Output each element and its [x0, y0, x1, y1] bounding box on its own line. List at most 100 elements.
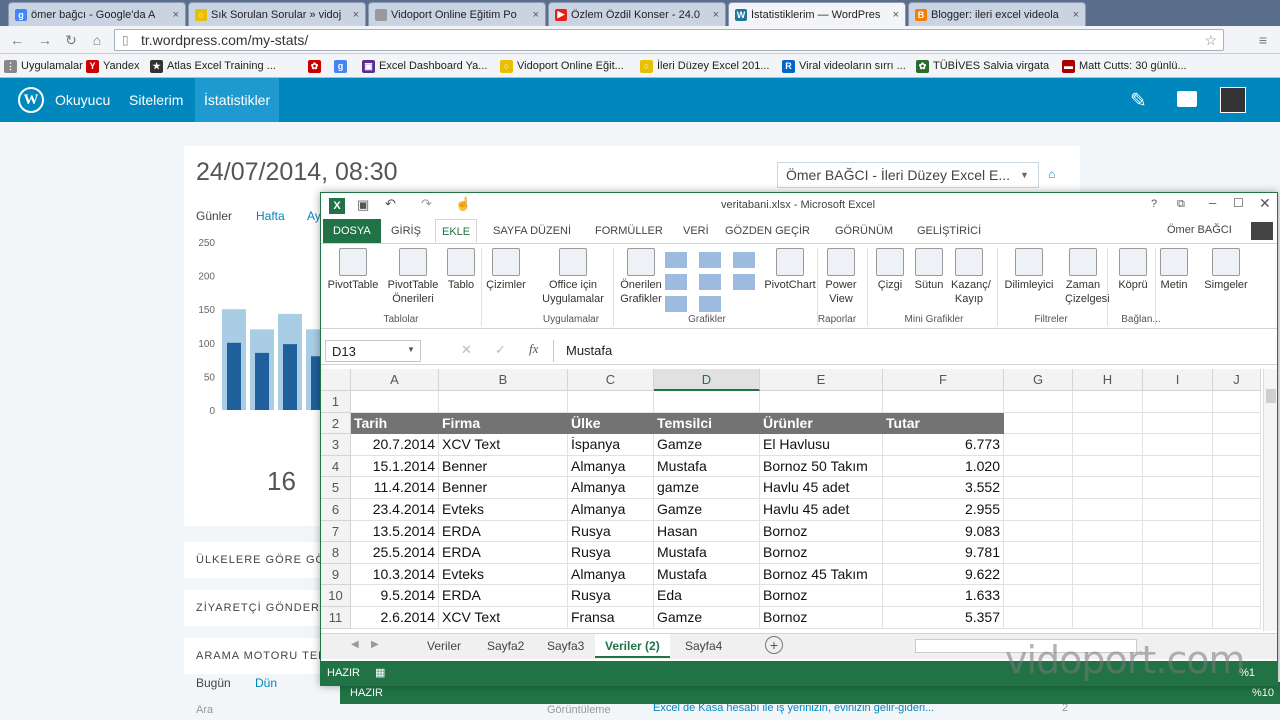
column-header[interactable]: E	[760, 369, 883, 391]
avatar[interactable]	[1220, 87, 1246, 113]
cell[interactable]: 23.4.2014	[351, 499, 439, 521]
bookmark-item[interactable]: ○ İleri Düzey Excel 201...	[640, 58, 770, 74]
help-icon[interactable]: ?	[1151, 198, 1157, 210]
column-header[interactable]: I	[1143, 369, 1213, 391]
nav-stats[interactable]: İstatistikler	[195, 78, 280, 122]
cell[interactable]: Evteks	[439, 563, 568, 586]
forward-icon[interactable]: →	[36, 31, 54, 49]
cell[interactable]	[1073, 563, 1143, 586]
cell[interactable]: 13.5.2014	[351, 520, 439, 543]
cell[interactable]	[1073, 585, 1143, 607]
cell[interactable]: Gamze	[654, 434, 760, 456]
cell[interactable]: Mustafa	[654, 563, 760, 586]
home-icon[interactable]: ⌂	[88, 31, 106, 49]
ribbon-button[interactable]: Tablo	[443, 248, 479, 292]
row-header[interactable]: 11	[321, 607, 351, 629]
cell[interactable]: 15.1.2014	[351, 455, 439, 478]
touch-mode-icon[interactable]: ☝	[455, 196, 471, 212]
ribbon-button[interactable]: Sütun	[913, 248, 945, 292]
row-header[interactable]: 8	[321, 542, 351, 564]
enter-icon[interactable]: ✓	[495, 342, 506, 358]
stats-section-header[interactable]: ZİYARETÇİ GÖNDEREN	[184, 590, 324, 626]
row-header[interactable]: 7	[321, 520, 351, 543]
cell[interactable]	[1004, 434, 1073, 456]
ribbon-button[interactable]: PivotTable	[327, 248, 379, 292]
tab-close-icon[interactable]: ×	[1073, 9, 1079, 21]
cell[interactable]: 2.955	[883, 499, 1004, 521]
row-header[interactable]: 6	[321, 499, 351, 521]
cell[interactable]	[1213, 542, 1261, 564]
cell[interactable]: Bornoz	[760, 520, 883, 543]
ribbon-button[interactable]: Power View	[823, 248, 859, 306]
cell[interactable]	[1004, 542, 1073, 564]
cell[interactable]: Hasan	[654, 520, 760, 543]
cell[interactable]	[1143, 455, 1213, 478]
chart-type-icon[interactable]	[665, 274, 687, 290]
nav-my-sites[interactable]: Sitelerim	[120, 78, 192, 122]
bookmark-item[interactable]: g	[334, 58, 347, 74]
period-tab-days[interactable]: Günler	[196, 209, 232, 223]
cell[interactable]: 2.6.2014	[351, 607, 439, 629]
account-name[interactable]: Ömer BAĞCI	[1167, 224, 1232, 236]
cell[interactable]: ERDA	[439, 542, 568, 564]
next-sheet-icon[interactable]: ▶	[371, 639, 379, 650]
browser-tab[interactable]: B Blogger: ileri excel videola ×	[908, 2, 1086, 26]
notifications-icon[interactable]	[1177, 91, 1197, 107]
cell[interactable]: 1.020	[883, 455, 1004, 478]
cell[interactable]: ERDA	[439, 520, 568, 543]
cell[interactable]: XCV Text	[439, 607, 568, 629]
cell[interactable]	[1143, 542, 1213, 564]
cell[interactable]: gamze	[654, 477, 760, 499]
row-header[interactable]: 1	[321, 391, 351, 413]
new-sheet-icon[interactable]: +	[765, 636, 783, 654]
cell[interactable]: Rusya	[568, 585, 654, 607]
ribbon-button[interactable]: Önerilen Grafikler	[619, 248, 663, 306]
tab-close-icon[interactable]: ×	[533, 9, 539, 21]
bookmark-item[interactable]: ○ Vidoport Online Eğit...	[500, 58, 624, 74]
header-cell[interactable]: Tarih	[351, 412, 439, 435]
cell[interactable]: Havlu 45 adet	[760, 477, 883, 499]
cell[interactable]: Havlu 45 adet	[760, 499, 883, 521]
cell[interactable]	[1073, 412, 1143, 435]
column-header[interactable]: F	[883, 369, 1004, 391]
column-header[interactable]: J	[1213, 369, 1261, 391]
cell[interactable]: Bornoz 45 Takım	[760, 563, 883, 586]
ribbon-button[interactable]: Dilimleyici	[1001, 248, 1057, 292]
header-cell[interactable]: Temsilci	[654, 412, 760, 435]
cell[interactable]	[1213, 499, 1261, 521]
header-cell[interactable]: Ürünler	[760, 412, 883, 435]
ribbon-button[interactable]: Köprü	[1117, 248, 1149, 292]
sheet-tab[interactable]: Sayfa3	[537, 634, 594, 658]
cell[interactable]	[1213, 434, 1261, 456]
cell[interactable]	[1073, 542, 1143, 564]
ribbon-button[interactable]: Kazanç/Kayıp	[951, 248, 991, 306]
cell[interactable]: Evteks	[439, 499, 568, 521]
row-header[interactable]: 4	[321, 455, 351, 478]
browser-tab[interactable]: ▶ Özlem Özdil Konser - 24.0 ×	[548, 2, 726, 26]
cell[interactable]	[1073, 520, 1143, 543]
tab-close-icon[interactable]: ×	[353, 9, 359, 21]
cell[interactable]	[1004, 391, 1073, 413]
chevron-down-icon[interactable]: ▼	[407, 345, 415, 354]
ribbon-tab[interactable]: EKLE	[435, 219, 478, 243]
cell[interactable]	[1143, 520, 1213, 543]
cell[interactable]: 5.357	[883, 607, 1004, 629]
menu-icon[interactable]: ≡	[1254, 31, 1272, 49]
undo-icon[interactable]: ↶	[385, 196, 396, 212]
cell[interactable]	[1073, 455, 1143, 478]
ribbon-tab[interactable]: GÖRÜNÜM	[829, 219, 899, 243]
cell[interactable]: XCV Text	[439, 434, 568, 456]
column-header[interactable]: A	[351, 369, 439, 391]
insert-function-icon[interactable]: fx	[529, 341, 538, 357]
cell[interactable]	[1004, 477, 1073, 499]
browser-tab[interactable]: W İstatistiklerim — WordPres ×	[728, 2, 906, 26]
cell[interactable]	[568, 391, 654, 413]
cell[interactable]	[1073, 607, 1143, 629]
cell[interactable]	[1213, 563, 1261, 586]
browser-tab[interactable]: Vidoport Online Eğitim Po ×	[368, 2, 546, 26]
header-cell[interactable]: Firma	[439, 412, 568, 435]
cell[interactable]	[1004, 563, 1073, 586]
back-icon[interactable]: ←	[8, 31, 26, 49]
ribbon-tab[interactable]: DOSYA	[323, 219, 381, 243]
cell[interactable]: Eda	[654, 585, 760, 607]
